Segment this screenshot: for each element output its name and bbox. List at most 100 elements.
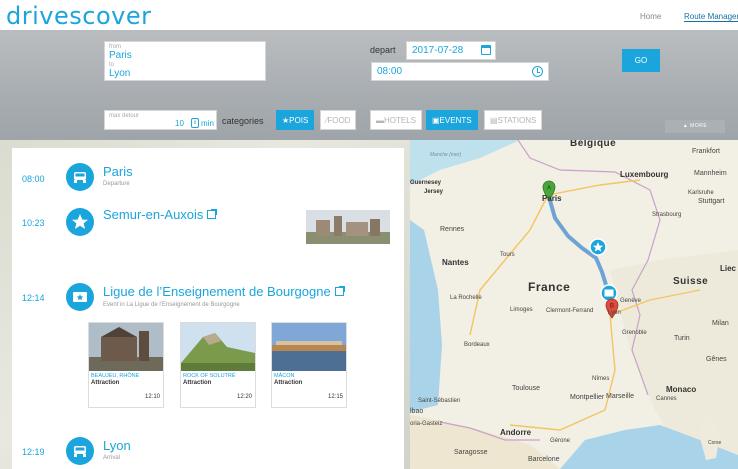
category-hotels-button[interactable]: ▬HOTELS: [370, 110, 423, 130]
map-label-grenoble: Grenoble: [622, 330, 647, 336]
stop-title[interactable]: Lyon: [103, 438, 131, 453]
map-label-francfort: Frankfort: [692, 148, 721, 155]
map-label-rennes: Rennes: [440, 226, 465, 233]
to-value[interactable]: Lyon: [109, 68, 130, 79]
max-detour-unit: min: [201, 119, 214, 128]
poi-name: ROCK OF SOLUTRÉ: [183, 373, 236, 379]
marker-b-label: B: [610, 304, 614, 310]
stop-title-text: Semur-en-Auxois: [103, 207, 204, 222]
semur-thumbnail[interactable]: [306, 210, 390, 244]
time-value: 08:00: [377, 66, 403, 77]
marker-a-label: A: [547, 186, 551, 192]
from-to-field[interactable]: from Paris to Lyon: [104, 41, 266, 81]
calendar-icon[interactable]: [481, 45, 491, 55]
map-label-geneve: Genève: [620, 298, 642, 304]
route-map[interactable]: A B Manche (mer) Guernesey Jersey Belgiq…: [410, 140, 738, 469]
map-label-guernesey: Guernesey: [410, 180, 442, 186]
map-label-liege: Liec: [720, 264, 737, 273]
external-link-icon[interactable]: [207, 209, 218, 219]
map-label-belgique: Belgique: [570, 140, 617, 149]
external-link-icon[interactable]: [334, 286, 345, 296]
map-label-mannheim: Mannheim: [694, 170, 727, 177]
stop-subtitle: Arrival: [103, 455, 121, 461]
stop-subtitle: Departure: [103, 181, 130, 187]
stop-title[interactable]: Paris: [103, 164, 133, 179]
car-icon: [66, 163, 94, 191]
stop-subtitle: Event in La Ligue de l’Enseignement de B…: [103, 302, 240, 308]
poi-time: 12:20: [236, 394, 252, 400]
map-label-milan: Milan: [712, 320, 729, 327]
poi-image: [181, 323, 255, 371]
map-label-bordeaux: Bordeaux: [464, 342, 490, 348]
poi-type: Attraction: [91, 380, 120, 386]
map-label-stuttgart: Stuttgart: [698, 198, 725, 205]
ticket-icon: [66, 283, 94, 311]
poi-time: 12:15: [327, 394, 343, 400]
date-field[interactable]: 2017-07-28: [406, 41, 496, 60]
event-marker[interactable]: [600, 284, 618, 302]
go-button[interactable]: GO: [622, 49, 660, 72]
clock-icon[interactable]: [532, 66, 543, 77]
poi-card[interactable]: BEAUJEU, RHÔNE Attraction 12:10: [88, 322, 164, 408]
poi-name: MÂCON: [274, 373, 295, 379]
poi-image: [272, 323, 346, 371]
poi-time: 12:10: [144, 394, 160, 400]
stop-time: 12:19: [22, 447, 45, 457]
nav-route-manager-link[interactable]: Route Manager: [684, 12, 738, 22]
stop-title-text: Ligue de l’Enseignement de Bourgogne: [103, 284, 331, 299]
poi-type: Attraction: [274, 380, 303, 386]
map-label-nimes: Nîmes: [592, 376, 610, 382]
map-label-gerone: Gérone: [550, 438, 571, 444]
nav-home-link[interactable]: Home: [640, 12, 661, 21]
categories-label: categories: [222, 116, 264, 126]
stop-time: 08:00: [22, 174, 45, 184]
stop-title-link[interactable]: Ligue de l’Enseignement de Bourgogne: [103, 284, 345, 299]
search-panel: from Paris to Lyon depart 2017-07-28 08:…: [0, 30, 738, 140]
map-label-cannes: Cannes: [656, 396, 677, 402]
map-label-suisse: Suisse: [673, 276, 709, 287]
map-label-monaco: Monaco: [666, 385, 697, 394]
map-label-bilbao: lbao: [410, 408, 424, 415]
max-detour-field[interactable]: max detour 10 ⇕ min: [104, 110, 217, 130]
map-label-tours: Tours: [500, 252, 515, 258]
poi-type: Attraction: [183, 380, 212, 386]
more-toggle[interactable]: ▲ MORE: [665, 120, 725, 133]
poi-card[interactable]: MÂCON Attraction 12:15: [271, 322, 347, 408]
map-label-karlsruhe: Karlsruhe: [688, 190, 714, 196]
stop-title-link[interactable]: Semur-en-Auxois: [103, 207, 218, 222]
car-icon: [66, 437, 94, 465]
logo[interactable]: drivescover: [6, 2, 151, 30]
category-events-button[interactable]: ▣EVENTS: [426, 110, 478, 130]
poi-star-marker[interactable]: [589, 238, 607, 256]
map-label-luxembourg: Luxembourg: [620, 170, 669, 179]
time-field[interactable]: 08:00: [371, 62, 549, 81]
map-label-corse: Corse: [708, 440, 722, 446]
map-label-strasbourg: Strasbourg: [652, 212, 682, 218]
top-bar: drivescover Home Route Manager: [0, 0, 738, 30]
map-label-andorre: Andorre: [500, 428, 532, 437]
date-value: 2017-07-28: [412, 45, 464, 56]
poi-card[interactable]: ROCK OF SOLUTRÉ Attraction 12:20: [180, 322, 256, 408]
max-detour-label: max detour: [109, 113, 140, 119]
map-label-nantes: Nantes: [442, 258, 469, 267]
map-label-clermont: Clermont-Ferrand: [546, 308, 594, 314]
map-label-barcelone: Barcelone: [528, 456, 560, 463]
map-label-saragosse: Saragosse: [454, 449, 488, 456]
map-label-france: France: [528, 280, 571, 294]
map-label-montpellier: Montpellier: [570, 394, 605, 401]
category-pois-button[interactable]: ★POIS: [276, 110, 315, 130]
max-detour-value[interactable]: 10: [175, 119, 184, 128]
poi-name: BEAUJEU, RHÔNE: [91, 373, 140, 379]
map-label-marseille: Marseille: [606, 393, 635, 400]
map-label-jersey: Jersey: [424, 189, 444, 195]
poi-image: [89, 323, 163, 371]
max-detour-stepper[interactable]: ⇕: [191, 118, 199, 128]
logo-text: drivescover: [6, 2, 152, 30]
map-label-saint-sebastien: Saint-Sébastien: [418, 398, 461, 404]
category-stations-button[interactable]: ▤STATIONS: [484, 110, 543, 130]
category-food-button[interactable]: ⁄FOOD: [320, 110, 357, 130]
map-label-paris: Paris: [542, 194, 562, 203]
star-icon: [66, 208, 94, 236]
from-value[interactable]: Paris: [109, 50, 132, 61]
map-label-vitoria: oria-Gasteiz: [410, 421, 443, 427]
